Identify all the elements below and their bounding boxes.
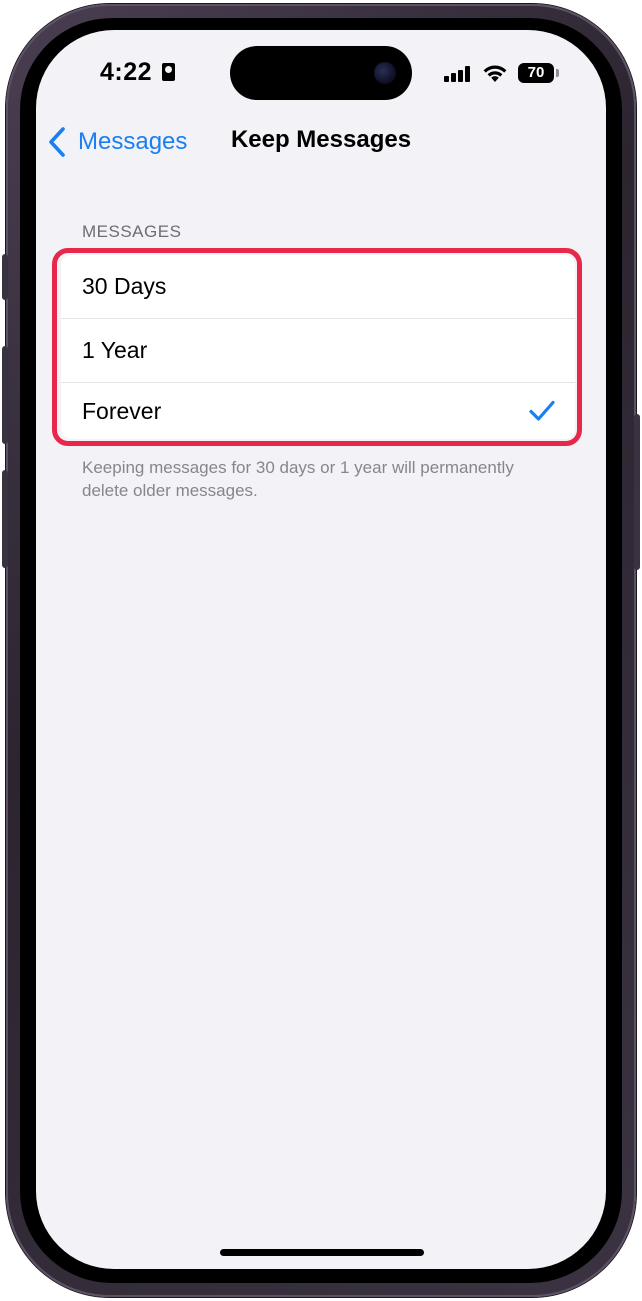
battery-tip xyxy=(556,69,559,77)
battery-icon: 70 xyxy=(518,63,554,83)
volume-down-button xyxy=(2,470,8,568)
screen: 4:22 70 Messages Keep Messages MESSAGES … xyxy=(36,30,606,1269)
dynamic-island xyxy=(230,46,412,100)
power-button xyxy=(634,414,640,570)
camera-icon xyxy=(374,62,396,84)
cellular-signal-icon xyxy=(444,66,472,82)
annotation-highlight-box xyxy=(52,248,582,446)
wifi-icon xyxy=(483,65,507,82)
section-footer: Keeping messages for 30 days or 1 year w… xyxy=(82,458,514,500)
page-title: Keep Messages xyxy=(230,126,412,153)
volume-up-button xyxy=(2,346,8,444)
section-header: MESSAGES xyxy=(82,222,182,241)
person-badge-icon xyxy=(162,63,175,81)
action-button xyxy=(2,254,8,300)
status-time: 4:22 xyxy=(100,58,153,86)
home-indicator[interactable] xyxy=(220,1249,424,1256)
